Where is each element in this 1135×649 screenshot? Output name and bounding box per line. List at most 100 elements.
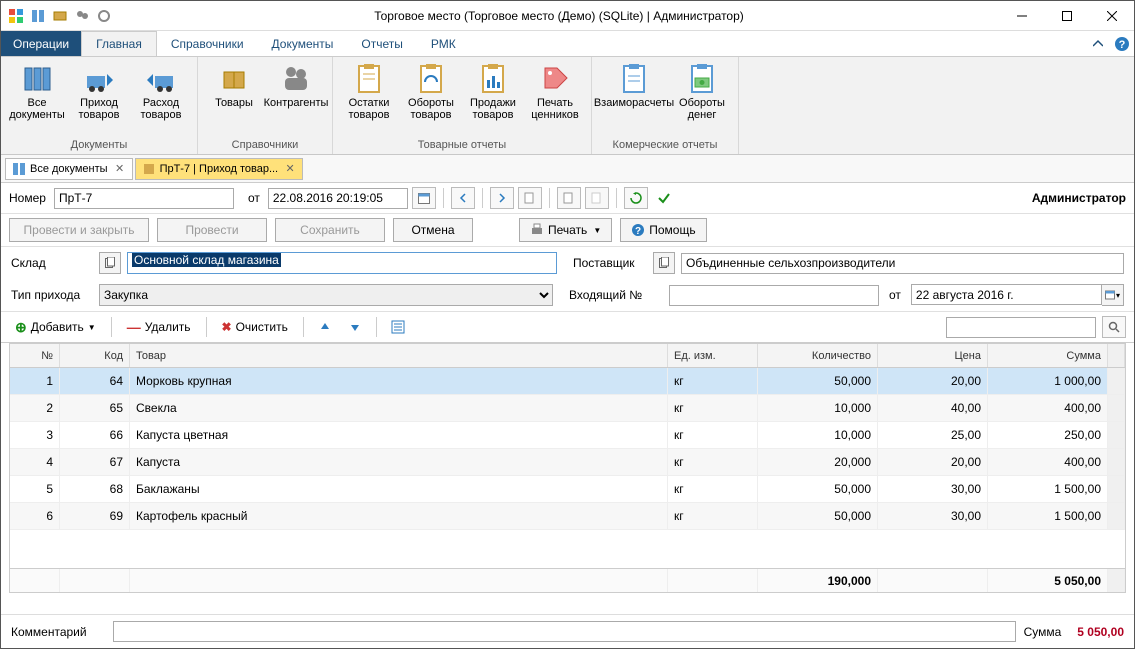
cancel-button[interactable]: Отмена [393,218,473,242]
action-bar: Провести и закрыть Провести Сохранить От… [1,214,1134,247]
ribbon: ВседокументыПриходтоваровРасходтоваровДо… [1,57,1134,155]
ribbon-turnover[interactable]: Оборотытоваров [401,59,461,123]
tab-rmk[interactable]: РМК [417,31,470,56]
check-icon[interactable] [652,187,676,209]
goods-in-icon [82,61,116,95]
supplier-pick-icon[interactable] [653,252,675,274]
titlebar: Торговое место (Торговое место (Демо) (S… [1,1,1134,31]
clear-button[interactable]: ✖Очистить [216,316,294,338]
print-button[interactable]: Печать ▼ [519,218,612,242]
money-turnover-icon [685,61,719,95]
add-button[interactable]: ⊕Добавить ▼ [9,316,102,338]
tab-main[interactable]: Главная [81,31,157,56]
qat-icon-4[interactable] [95,7,113,25]
tab-docs[interactable]: Документы [258,31,348,56]
supplier-input[interactable] [681,253,1124,274]
grid-footer: 190,000 5 050,00 [10,568,1125,592]
maximize-button[interactable] [1044,1,1089,31]
next-icon[interactable] [490,187,514,209]
sum-label: Сумма [1024,625,1062,639]
close-icon[interactable]: ✕ [112,161,128,177]
copy1-icon[interactable] [518,187,542,209]
qat-icon-2[interactable] [51,7,69,25]
number-input[interactable] [54,188,234,209]
list-icon[interactable] [386,316,410,338]
minimize-button[interactable] [999,1,1044,31]
tab-reports[interactable]: Отчеты [347,31,416,56]
tab-refs[interactable]: Справочники [157,31,258,56]
ribbon-tabs: Операции Главная Справочники Документы О… [1,31,1134,57]
ribbon-label: Расходтоваров [141,97,182,121]
arrow-up-icon[interactable] [313,316,337,338]
svg-text:?: ? [635,226,641,237]
grid-search-input[interactable] [946,317,1096,338]
grid-toolbar: ⊕Добавить ▼ —Удалить ✖Очистить [1,311,1134,343]
comment-input[interactable] [113,621,1016,642]
qat-icon-3[interactable] [73,7,91,25]
delete-button[interactable]: —Удалить [121,316,197,338]
ribbon-goods[interactable]: Товары [204,59,264,111]
goods-out-icon [144,61,178,95]
ribbon-contractors[interactable]: Контрагенты [266,59,326,111]
help-icon[interactable]: ? [1110,31,1134,56]
col-price[interactable]: Цена [878,344,988,367]
ribbon-collapse-icon[interactable] [1086,31,1110,56]
doctab-label: ПрТ-7 | Приход товар... [160,163,279,175]
copy3-icon[interactable] [585,187,609,209]
search-icon[interactable] [1102,316,1126,338]
doctab-current[interactable]: ПрТ-7 | Приход товар... ✕ [135,158,304,180]
col-unit[interactable]: Ед. изм. [668,344,758,367]
refresh-icon[interactable] [624,187,648,209]
operations-menu[interactable]: Операции [1,31,81,56]
qat-app-icon[interactable] [7,7,25,25]
date2-input[interactable] [911,284,1102,305]
save-button[interactable]: Сохранить [275,218,385,242]
incoming-input[interactable] [669,285,879,306]
sales-icon [476,61,510,95]
comment-row: Комментарий Сумма 5 050,00 [1,614,1134,648]
scrollbar[interactable] [1108,344,1125,367]
table-row[interactable]: 467Капустакг20,00020,00400,00 [10,449,1125,476]
warehouse-input[interactable]: Основной склад магазина [127,252,557,274]
table-row[interactable]: 669Картофель красныйкг50,00030,001 500,0… [10,503,1125,530]
calendar-icon[interactable] [412,187,436,209]
table-row[interactable]: 568Баклажаныкг50,00030,001 500,00 [10,476,1125,503]
col-num[interactable]: № [10,344,60,367]
copy2-icon[interactable] [557,187,581,209]
col-name[interactable]: Товар [130,344,668,367]
prev-icon[interactable] [451,187,475,209]
close-icon[interactable]: ✕ [282,161,298,177]
doc-header-row: Номер от Администратор [1,183,1134,214]
ribbon-stock[interactable]: Остаткитоваров [339,59,399,123]
supplier-label: Поставщик [573,256,643,270]
date-input[interactable] [268,188,408,209]
post-button[interactable]: Провести [157,218,267,242]
col-code[interactable]: Код [60,344,130,367]
ribbon-group-label: Комерческие отчеты [598,137,732,154]
ribbon-goods-out[interactable]: Расходтоваров [131,59,191,123]
doctab-all[interactable]: Все документы ✕ [5,158,133,180]
close-button[interactable] [1089,1,1134,31]
help-button[interactable]: ?Помощь [620,218,706,242]
calendar2-icon[interactable]: ▾ [1102,284,1124,306]
ribbon-goods-in[interactable]: Приходтоваров [69,59,129,123]
ribbon-all-docs[interactable]: Вседокументы [7,59,67,123]
table-row[interactable]: 265Свеклакг10,00040,00400,00 [10,395,1125,422]
ribbon-money-turnover[interactable]: Оборотыденег [672,59,732,123]
ribbon-label: Остаткитоваров [349,97,390,121]
qat-icon-1[interactable] [29,7,47,25]
col-qty[interactable]: Количество [758,344,878,367]
number-label: Номер [9,191,46,205]
from-label: от [248,191,260,205]
ribbon-sales[interactable]: Продажитоваров [463,59,523,123]
table-row[interactable]: 164Морковь крупнаякг50,00020,001 000,00 [10,368,1125,395]
incoming-label: Входящий № [569,288,659,302]
warehouse-pick-icon[interactable] [99,252,121,274]
table-row[interactable]: 366Капуста цветнаякг10,00025,00250,00 [10,422,1125,449]
ribbon-settlements[interactable]: Взаиморасчеты [598,59,670,111]
type-select[interactable]: Закупка [99,284,553,306]
post-close-button[interactable]: Провести и закрыть [9,218,149,242]
col-sum[interactable]: Сумма [988,344,1108,367]
ribbon-pricetags[interactable]: Печатьценников [525,59,585,123]
arrow-down-icon[interactable] [343,316,367,338]
